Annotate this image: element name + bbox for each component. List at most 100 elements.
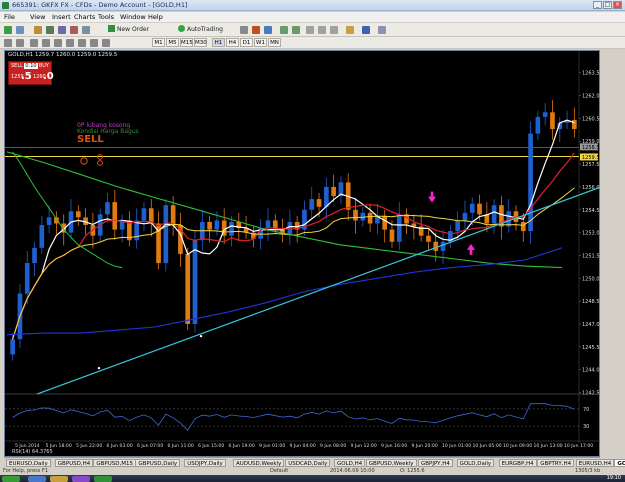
chart-tab[interactable]: GBPUSD,Daily — [135, 459, 181, 467]
cursor-icon[interactable] — [4, 39, 12, 47]
tf-d1[interactable]: D1 — [240, 38, 253, 47]
horizontal-line-icon[interactable] — [42, 39, 50, 47]
candle-body — [207, 221, 212, 230]
candle-body — [535, 116, 541, 134]
autotrading-button[interactable]: AutoTrading — [178, 25, 223, 35]
ma-red-line — [12, 152, 575, 340]
window-title: 665391: GKFX FX - CFDs - Demo Account - … — [12, 1, 188, 9]
price-axis-label: 1248.5 — [582, 299, 600, 305]
close-button[interactable]: × — [613, 1, 622, 9]
menu-tools[interactable]: Tools — [98, 13, 114, 21]
zoom-out-icon[interactable] — [292, 26, 300, 34]
menu-insert[interactable]: Insert — [52, 13, 71, 21]
candle-body — [542, 112, 548, 117]
candle-body — [323, 186, 329, 207]
tf-m1[interactable]: M1 — [152, 38, 165, 47]
chart-window[interactable]: 1263.5 1262.0 1260.5 1259.0 1257.5 1256.0 1254… — [4, 50, 601, 458]
candle-body — [265, 220, 271, 229]
new-order-button[interactable]: New Order — [108, 25, 149, 35]
lot-size-input[interactable]: 0.10 — [24, 63, 38, 69]
menu-view[interactable]: View — [30, 13, 45, 21]
data-window-icon[interactable] — [46, 26, 54, 34]
menu-file[interactable]: File — [4, 13, 15, 21]
chart-tab[interactable]: GOLD,H4 — [334, 459, 366, 467]
menu-help[interactable]: Help — [148, 13, 163, 21]
bar-chart-icon[interactable] — [240, 26, 248, 34]
maximize-button[interactable]: □ — [603, 1, 612, 9]
taskbar-app-1-icon[interactable] — [28, 476, 46, 482]
tf-m15[interactable]: M15 — [180, 38, 193, 47]
tf-w1[interactable]: W1 — [254, 38, 267, 47]
chart-tab[interactable]: GBPUSD,H4 — [54, 459, 94, 467]
taskbar: 19:10 — [0, 475, 625, 482]
buy-button[interactable]: BUY — [39, 63, 49, 69]
status-help: For Help, press F1 — [3, 468, 49, 474]
tf-h1[interactable]: H1 — [212, 38, 225, 47]
thumbs-down-icon-2 — [97, 154, 103, 160]
channel-icon[interactable] — [66, 39, 74, 47]
candle-body — [426, 235, 431, 242]
taskbar-mt4-icon[interactable] — [94, 476, 112, 482]
status-open: O: 1255.6 — [400, 468, 425, 474]
market-watch-icon[interactable] — [34, 26, 42, 34]
tf-mn[interactable]: MN — [268, 38, 281, 47]
periods-icon[interactable] — [362, 26, 370, 34]
vertical-line-icon[interactable] — [30, 39, 38, 47]
zoom-in-icon[interactable] — [280, 26, 288, 34]
status-time: 2014.06.09 10:00 — [330, 468, 375, 474]
chart-tab[interactable]: GBPJPY,H4 — [418, 459, 453, 467]
candlestick-icon[interactable] — [252, 26, 260, 34]
chart-tab[interactable]: GOLD,H1 — [614, 459, 625, 467]
new-order-icon — [108, 25, 115, 32]
time-axis-label: 9 Jun 12:00 — [351, 443, 377, 449]
chart-tab[interactable]: USDCAD,Daily — [285, 459, 331, 467]
tf-m5[interactable]: M5 — [166, 38, 179, 47]
trend-anchor-point — [97, 366, 101, 370]
tile-windows-icon[interactable] — [306, 26, 314, 34]
chart-tab[interactable]: GBPUSD,M15 — [93, 459, 136, 467]
chart-header: GOLD,H1 1259.7 1260.0 1259.0 1259.5 — [8, 52, 118, 58]
tf-h4[interactable]: H4 — [226, 38, 239, 47]
templates-icon[interactable] — [378, 26, 386, 34]
time-axis-label: 5 Jun 22:00 — [76, 443, 102, 449]
chart-tab[interactable]: AUDUSD,Weekly — [233, 459, 285, 467]
chart-tab[interactable]: GOLD,Daily — [456, 459, 495, 467]
minimize-button[interactable]: _ — [593, 1, 602, 9]
taskbar-app-2-icon[interactable] — [50, 476, 68, 482]
price-chart[interactable]: 1263.51262.01260.51259.01257.51256.01254… — [5, 51, 601, 458]
chart-tab[interactable]: EURUSD,Daily — [6, 459, 51, 467]
chart-tab[interactable]: EURGBP,H4 — [498, 459, 537, 467]
menu-charts[interactable]: Charts — [74, 13, 95, 21]
chart-shift-icon[interactable] — [330, 26, 338, 34]
autotrading-label: AutoTrading — [187, 26, 223, 33]
arrows-icon[interactable] — [102, 39, 110, 47]
menu-window[interactable]: Window — [120, 13, 146, 21]
ask-price-big: .0 — [43, 71, 54, 82]
tf-m30[interactable]: M30 — [194, 38, 207, 47]
crosshair-icon[interactable] — [16, 39, 24, 47]
text-icon[interactable] — [90, 39, 98, 47]
new-chart-icon[interactable] — [4, 26, 12, 34]
candle-body — [112, 202, 118, 230]
rsi-line — [12, 403, 575, 432]
chart-tab[interactable]: EURUSD,H4 — [575, 459, 615, 467]
profiles-icon[interactable] — [16, 26, 24, 34]
ma-white-line — [12, 119, 575, 340]
taskbar-app-3-icon[interactable] — [72, 476, 90, 482]
sell-button[interactable]: SELL — [11, 63, 23, 69]
tester-icon[interactable] — [82, 26, 90, 34]
autoscroll-icon[interactable] — [318, 26, 326, 34]
price-axis-label: 1260.5 — [582, 116, 600, 122]
chart-tab[interactable]: USDJPY,Daily — [184, 459, 226, 467]
navigator-icon[interactable] — [58, 26, 66, 34]
trendline-icon[interactable] — [54, 39, 62, 47]
line-chart-icon[interactable] — [264, 26, 272, 34]
chart-tab[interactable]: GBPTRY,H4 — [537, 459, 575, 467]
fibonacci-icon[interactable] — [78, 39, 86, 47]
indicators-icon[interactable] — [346, 26, 354, 34]
start-button[interactable] — [2, 476, 20, 482]
chart-tab[interactable]: GBPUSD,Weekly — [365, 459, 417, 467]
time-axis-label: 6 Jun 11:00 — [168, 443, 194, 449]
terminal-icon[interactable] — [70, 26, 78, 34]
candle-body — [185, 253, 191, 324]
